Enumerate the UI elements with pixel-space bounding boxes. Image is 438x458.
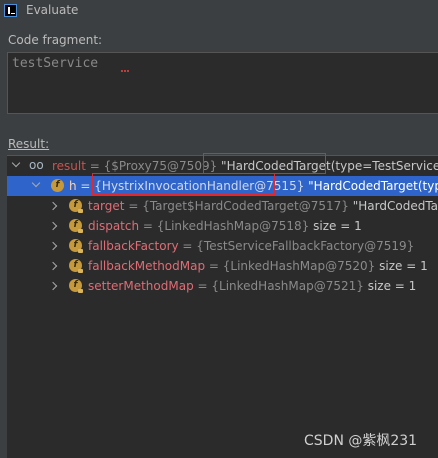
lock-icon	[78, 289, 83, 293]
tree-row-fallbackfactory[interactable]: f fallbackFactory = {TestServiceFallback…	[7, 236, 438, 256]
watch-glasses-icon: oo	[29, 158, 44, 172]
window-title: Evaluate	[26, 3, 79, 17]
code-fragment-editor[interactable]: testService	[7, 52, 438, 114]
tree-row-fallbackmethodmap[interactable]: f fallbackMethodMap = {LinkedHashMap@752…	[7, 256, 438, 276]
annotation-box-hardcodedtarget	[203, 153, 326, 174]
field-icon: f	[51, 179, 64, 192]
lock-icon	[78, 209, 83, 213]
tree-row-target[interactable]: f target = {Target$HardCodedTarget@7517}…	[7, 196, 438, 216]
result-tree[interactable]: oo result = {$Proxy75@7509} "HardCodedTa…	[7, 155, 438, 458]
title-bar: Evaluate	[0, 0, 438, 21]
lock-icon	[78, 229, 83, 233]
chevron-right-icon[interactable]	[48, 201, 58, 211]
result-var-type: {$Proxy75@7509}	[103, 159, 218, 173]
chevron-right-icon[interactable]	[48, 281, 58, 291]
intellij-app-icon	[4, 4, 17, 17]
chevron-right-icon[interactable]	[48, 261, 58, 271]
lock-icon	[78, 249, 83, 253]
chevron-down-icon[interactable]	[31, 178, 41, 188]
chevron-right-icon[interactable]	[48, 221, 58, 231]
result-var-name: result	[52, 159, 86, 173]
tree-row-dispatch[interactable]: f dispatch = {LinkedHashMap@7518} size =…	[7, 216, 438, 236]
code-fragment-label: Code fragment:	[8, 33, 103, 47]
chevron-down-icon[interactable]	[11, 158, 21, 168]
annotation-box-hystrixhandler	[92, 173, 275, 195]
lock-icon	[78, 269, 83, 273]
code-fragment-text[interactable]: testService	[12, 56, 98, 71]
h-field-value: "HardCodedTarget(type=	[308, 179, 438, 193]
csdn-watermark: CSDN @紫枫231	[304, 433, 418, 449]
h-field-name: h	[69, 179, 77, 193]
tree-row-settermethodmap[interactable]: f setterMethodMap = {LinkedHashMap@7521}…	[7, 276, 438, 296]
result-label: Result:	[8, 137, 50, 151]
chevron-right-icon[interactable]	[48, 241, 58, 251]
error-squiggle	[121, 67, 129, 72]
